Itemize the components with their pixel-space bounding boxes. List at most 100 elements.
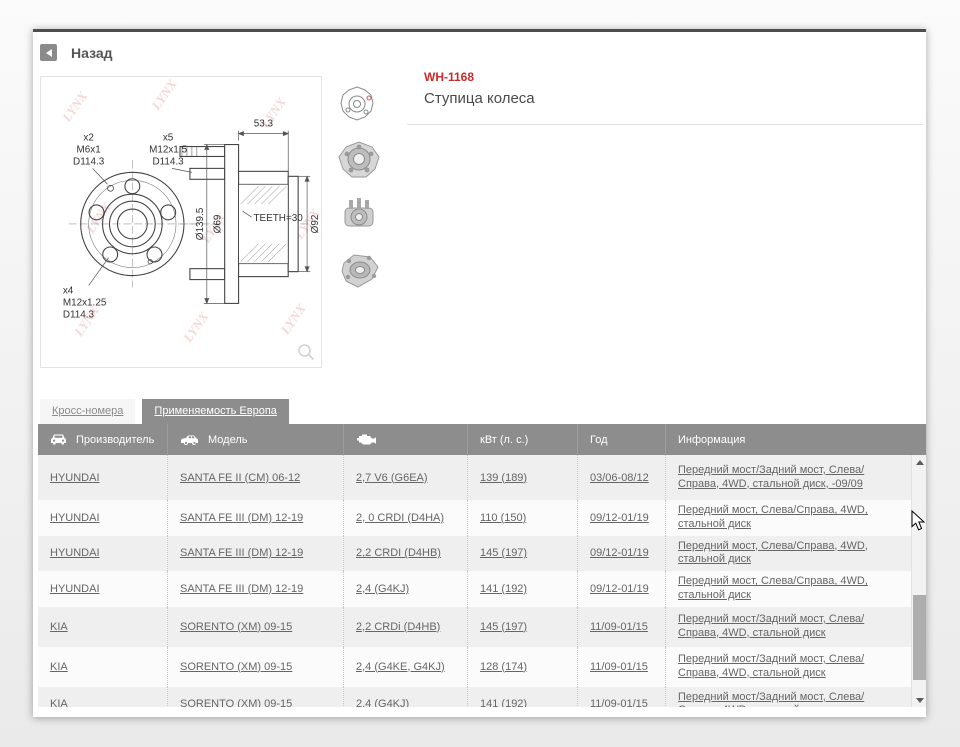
table-scrollbar[interactable] [911,455,926,707]
power-link[interactable]: 145 (197) [480,547,527,559]
info-link[interactable]: Передний мост, Слева/Справа, 4WD, стальн… [678,540,905,568]
cell-year: 11/09-01/15 [577,646,665,687]
manufacturer-link[interactable]: KIA [50,698,68,707]
engine-icon [357,434,376,445]
hub-drawing-thumb[interactable] [336,84,382,126]
year-link[interactable]: 11/09-01/15 [590,621,648,633]
cell-engine: 2,7 V6 (G6EA) [343,455,467,500]
info-link[interactable]: Передний мост/Задний мост, Слева/Справа,… [678,464,905,492]
power-link[interactable]: 141 (192) [480,698,527,707]
power-link[interactable]: 145 (197) [480,621,527,633]
tab-cross-numbers[interactable]: Кросс-номера [40,399,136,424]
applicability-table: Производитель Модель кВт (л. с.) Год Инф… [38,424,926,707]
engine-link[interactable]: 2,4 (G4KJ) [356,698,409,707]
cell-model: SANTA FE II (CM) 06-12 [167,455,343,500]
scrollbar-down-arrow[interactable] [912,693,926,707]
car-side-icon [181,435,198,445]
model-link[interactable]: SANTA FE II (CM) 06-12 [180,472,300,484]
info-link[interactable]: Передний мост, Слева/Справа, 4WD, стальн… [678,575,905,603]
tab-bar: Кросс-номера Применяемость Европа [40,399,289,424]
table-body: HYUNDAI SANTA FE II (CM) 06-12 2,7 V6 (G6E… [38,455,926,707]
engine-link[interactable]: 2,7 V6 (G6EA) [356,472,428,484]
year-link[interactable]: 11/09-01/15 [590,698,648,707]
model-link[interactable]: SANTA FE III (DM) 12-19 [180,583,303,595]
svg-text:D114.3: D114.3 [73,156,105,167]
cell-engine: 2,4 (G4KJ) [343,571,467,607]
engine-link[interactable]: 2, 0 CRDI (D4HA) [356,512,444,524]
back-row: Назад [40,44,113,61]
thumbnail-list [336,84,386,304]
hub-photo-front[interactable] [336,139,382,181]
cell-power: 145 (197) [467,535,577,571]
cell-model: SANTA FE III (DM) 12-19 [167,571,343,607]
svg-text:LYNX: LYNX [149,77,180,113]
info-link[interactable]: Передний мост/Задний мост, Слева/Справа,… [678,613,905,641]
back-label[interactable]: Назад [71,45,113,61]
power-link[interactable]: 110 (150) [480,512,526,524]
hub-photo-side[interactable] [336,194,382,236]
header-info-label: Информация [678,433,746,446]
engine-link[interactable]: 2,2 CRDi (D4HB) [356,621,440,633]
cell-year: 09/12-01/19 [577,535,665,571]
cell-info: Передний мост, Слева/Справа, 4WD, стальн… [665,571,911,607]
manufacturer-link[interactable]: HYUNDAI [50,547,100,559]
title-divider [407,124,923,125]
model-link[interactable]: SORENTO (XM) 09-15 [180,698,292,707]
tab-applicability-europe[interactable]: Применяемость Европа [142,399,289,424]
year-link[interactable]: 09/12-01/19 [590,512,649,524]
info-link[interactable]: Передний мост/Задний мост, Слева/Справа,… [678,691,905,708]
info-link[interactable]: Передний мост, Слева/Справа, 4WD, стальн… [678,504,905,532]
cell-engine: 2,2 CRDI (D4HB) [343,535,467,571]
svg-text:LYNX: LYNX [180,309,211,345]
model-link[interactable]: SANTA FE III (DM) 12-19 [180,547,303,559]
model-link[interactable]: SANTA FE III (DM) 12-19 [180,512,303,524]
magnifier-icon[interactable] [297,343,315,361]
manufacturer-link[interactable]: HYUNDAI [50,472,100,484]
svg-text:M6x1: M6x1 [77,144,102,155]
scrollbar-thumb[interactable] [913,595,926,680]
year-link[interactable]: 09/12-01/19 [590,583,649,595]
back-arrow-icon [45,48,52,57]
manufacturer-link[interactable]: HYUNDAI [50,512,100,524]
cell-model: SORENTO (XM) 09-15 [167,606,343,647]
scrollbar-up-arrow[interactable] [912,455,926,469]
cell-engine: 2,4 (G4KE, G4KJ) [343,646,467,687]
svg-text:LYNX: LYNX [59,89,90,125]
svg-text:D114.3: D114.3 [152,156,184,167]
hub-photo-angle[interactable] [336,249,382,291]
svg-text:x2: x2 [83,133,94,144]
hub-drawing-svg: LYNX LYNX LYNX LYNX LYNX LYNX LYNX LYNX … [59,77,323,346]
engine-link[interactable]: 2,4 (G4KJ) [356,583,409,595]
manufacturer-link[interactable]: KIA [50,621,68,633]
cell-engine: 2,4 (G4KJ) [343,686,467,707]
cell-model: SORENTO (XM) 09-15 [167,686,343,707]
header-manufacturer-label: Производитель [76,433,155,446]
year-link[interactable]: 03/06-08/12 [590,472,649,484]
model-link[interactable]: SORENTO (XM) 09-15 [180,661,292,673]
part-title: Ступица колеса [424,90,535,107]
manufacturer-link[interactable]: HYUNDAI [50,583,100,595]
engine-link[interactable]: 2,4 (G4KE, G4KJ) [356,661,445,673]
cell-year: 03/06-08/12 [577,455,665,500]
cell-manufacturer: KIA [38,687,167,707]
model-link[interactable]: SORENTO (XM) 09-15 [180,621,292,633]
part-technical-drawing[interactable]: LYNX LYNX LYNX LYNX LYNX LYNX LYNX LYNX … [40,76,323,368]
cell-power: 110 (150) [467,500,577,536]
engine-link[interactable]: 2,2 CRDI (D4HB) [356,547,441,559]
cell-info: Передний мост, Слева/Справа, 4WD, стальн… [665,535,911,571]
table-row: HYUNDAI SANTA FE III (DM) 12-19 2, 0 CRDI … [38,500,911,536]
year-link[interactable]: 11/09-01/15 [590,661,648,673]
year-link[interactable]: 09/12-01/19 [590,547,649,559]
manufacturer-link[interactable]: KIA [50,661,68,673]
table-body-rows: HYUNDAI SANTA FE II (CM) 06-12 2,7 V6 (G6E… [38,455,911,707]
header-year-label: Год [590,433,608,446]
info-link[interactable]: Передний мост/Задний мост, Слева/Справа,… [678,653,905,681]
table-row: KIA SORENTO (XM) 09-15 2,2 CRDi (D4HB) 145 … [38,606,911,647]
power-link[interactable]: 128 (174) [480,661,527,673]
power-link[interactable]: 141 (192) [480,583,527,595]
power-link[interactable]: 139 (189) [480,472,527,484]
svg-text:D114.3: D114.3 [63,309,95,320]
back-button[interactable] [40,44,57,61]
cell-info: Передний мост/Задний мост, Слева/Справа,… [665,455,911,500]
header-info: Информация [665,424,926,455]
